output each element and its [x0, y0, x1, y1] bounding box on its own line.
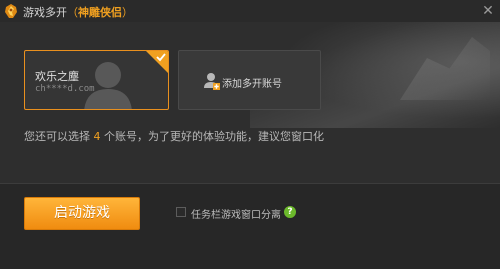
- info-message: 您还可以选择 4 个账号，为了更好的体验功能，建议您窗口化: [24, 128, 324, 144]
- account-card-selected[interactable]: 欢乐之塵 ch****d.com: [24, 50, 169, 110]
- multi-open-window: 游戏多开（神雕侠侣） ✕ 欢乐之塵 ch****d.com 添加多开账号 您还可…: [0, 0, 500, 269]
- window-title: 游戏多开（神雕侠侣）: [23, 4, 133, 20]
- app-logo-icon: [5, 4, 17, 18]
- start-game-button[interactable]: 启动游戏: [24, 197, 140, 230]
- close-button[interactable]: ✕: [480, 3, 496, 19]
- avatar-silhouette-icon: [84, 62, 132, 109]
- selected-check-icon: [146, 51, 168, 73]
- remaining-count: 4: [93, 130, 101, 143]
- add-account-button[interactable]: 添加多开账号: [178, 50, 321, 110]
- info-suffix: 个账号，为了更好的体验功能，建议您窗口化: [104, 130, 324, 143]
- separate-window-label[interactable]: 任务栏游戏窗口分离: [191, 206, 281, 221]
- account-name: 欢乐之塵: [35, 70, 79, 83]
- help-icon[interactable]: ?: [284, 206, 296, 218]
- title-bar[interactable]: 游戏多开（神雕侠侣） ✕: [0, 0, 500, 22]
- title-close-paren: ）: [122, 6, 133, 19]
- title-open-paren: （: [67, 6, 78, 19]
- add-account-label: 添加多开账号: [222, 79, 282, 90]
- game-name: 神雕侠侣: [78, 6, 122, 19]
- account-email: ch****d.com: [35, 84, 95, 94]
- info-prefix: 您还可以选择: [24, 130, 90, 143]
- title-prefix: 游戏多开: [23, 6, 67, 19]
- separate-window-checkbox[interactable]: [176, 207, 186, 217]
- add-user-icon: [204, 73, 220, 90]
